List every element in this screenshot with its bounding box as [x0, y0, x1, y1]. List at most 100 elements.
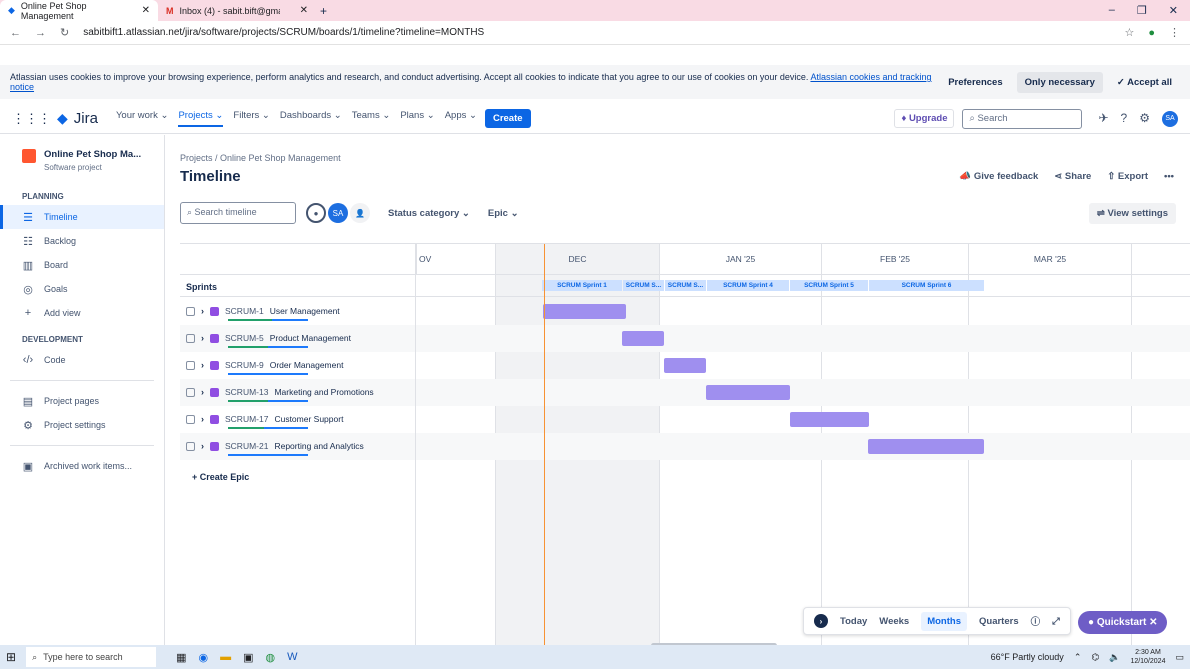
store-icon[interactable]: ▣: [243, 651, 253, 664]
month-header: DEC: [495, 244, 659, 274]
add-people-icon[interactable]: 👤: [350, 203, 370, 223]
sidebar-item-project-settings[interactable]: ⚙ Project settings: [0, 413, 164, 437]
sidebar-item-timeline[interactable]: ☰ Timeline: [0, 205, 164, 229]
reload-icon[interactable]: ↻: [60, 26, 69, 39]
share-button[interactable]: ⋖ Share: [1054, 171, 1091, 182]
months-button[interactable]: Months: [921, 611, 967, 631]
nav-plans[interactable]: Plans ⌄: [400, 110, 434, 127]
view-settings-button[interactable]: ⇌ View settings: [1088, 203, 1176, 224]
menu-icon[interactable]: ⋮: [1169, 26, 1180, 39]
nav-filters[interactable]: Filters ⌄: [233, 110, 269, 127]
nav-teams[interactable]: Teams ⌄: [352, 110, 391, 127]
accept-all-button[interactable]: ✓ Accept all: [1109, 72, 1180, 93]
sidebar-item-add-view[interactable]: + Add view: [0, 301, 164, 325]
sprint-bar[interactable]: SCRUM Sprint 6: [869, 280, 984, 291]
new-tab-icon[interactable]: +: [320, 4, 327, 18]
breadcrumb[interactable]: Projects / Online Pet Shop Management: [180, 153, 341, 163]
tab-online-pet-shop[interactable]: ◆ Online Pet Shop Management ✕: [0, 0, 158, 21]
bookmark-star-icon[interactable]: ☆: [1124, 26, 1134, 39]
restore-icon[interactable]: ❐: [1137, 4, 1147, 17]
taskbar-search-input[interactable]: ⌕ Type here to search: [26, 647, 157, 667]
project-header[interactable]: Online Pet Shop Ma... Software project: [0, 135, 164, 182]
sprint-bar[interactable]: SCRUM Sprint 5: [790, 280, 868, 291]
profile-icon[interactable]: ●: [1148, 27, 1155, 39]
clock[interactable]: 2:30 AM 12/10/2024: [1130, 648, 1165, 666]
sprint-bar[interactable]: SCRUM Sprint 1: [542, 280, 622, 291]
close-tab-icon[interactable]: ✕: [300, 5, 308, 16]
epic-bar[interactable]: [868, 439, 984, 454]
create-epic-button[interactable]: + Create Epic: [192, 472, 249, 482]
nav-dashboards[interactable]: Dashboards ⌄: [280, 110, 342, 127]
network-icon[interactable]: ⌬: [1091, 652, 1099, 663]
close-tab-icon[interactable]: ✕: [142, 5, 150, 16]
nav-your-work[interactable]: Your work ⌄: [116, 110, 169, 127]
help-icon[interactable]: ?: [1121, 111, 1128, 127]
development-heading: DEVELOPMENT: [22, 335, 83, 344]
sprint-bar[interactable]: SCRUM S...: [665, 280, 706, 291]
edge-icon[interactable]: ◉: [198, 651, 208, 664]
browser-tab-strip: ◆ Online Pet Shop Management ✕ M Inbox (…: [0, 0, 1190, 21]
nav-apps[interactable]: Apps ⌄: [445, 110, 477, 127]
export-button[interactable]: ⇧ Export: [1107, 171, 1148, 182]
give-feedback-button[interactable]: 📣 Give feedback: [959, 171, 1038, 182]
quickstart-button[interactable]: ● Quickstart ✕: [1078, 611, 1168, 634]
fullscreen-icon[interactable]: ⤢: [1052, 616, 1060, 627]
word-icon[interactable]: W: [287, 651, 297, 664]
file-explorer-icon[interactable]: ▬: [220, 651, 231, 664]
timeline-search-input[interactable]: ⌕ Search timeline: [180, 202, 296, 224]
epic-bar[interactable]: [790, 412, 869, 427]
user-avatar-filter[interactable]: SA: [328, 203, 348, 223]
back-icon[interactable]: ←: [10, 27, 21, 39]
forward-icon[interactable]: →: [35, 27, 46, 39]
unassigned-avatar-icon[interactable]: ●: [306, 203, 326, 223]
sidebar-item-goals[interactable]: ◎ Goals: [0, 277, 164, 301]
tray-chevron-icon[interactable]: ⌃: [1074, 652, 1082, 663]
global-search-input[interactable]: ⌕ Search: [962, 108, 1083, 129]
chrome-icon[interactable]: ◍: [265, 651, 275, 664]
cookie-banner: Atlassian uses cookies to improve your b…: [0, 65, 1190, 99]
create-button[interactable]: Create: [484, 109, 531, 128]
weather-widget[interactable]: 66°F Partly cloudy: [991, 652, 1064, 662]
sidebar-item-project-pages[interactable]: ▤ Project pages: [0, 389, 164, 413]
epic-filter[interactable]: Epic ⌄: [488, 208, 519, 219]
minimize-icon[interactable]: –: [1109, 4, 1115, 17]
quarters-button[interactable]: Quarters: [979, 616, 1019, 627]
window-controls: – ❐ ✕: [1109, 4, 1190, 17]
sidebar-item-code[interactable]: ‹/› Code: [0, 348, 164, 372]
notifications-icon[interactable]: ✈: [1098, 111, 1108, 127]
app-switcher-icon[interactable]: ⋮⋮⋮: [12, 111, 51, 127]
task-view-icon[interactable]: ▦: [176, 651, 186, 664]
more-actions-icon[interactable]: •••: [1164, 171, 1174, 182]
close-window-icon[interactable]: ✕: [1169, 4, 1178, 17]
tab-inbox[interactable]: M Inbox (4) - sabit.bift@gmail.com ✕: [158, 0, 316, 21]
settings-gear-icon[interactable]: ⚙: [1139, 111, 1150, 127]
scroll-left-icon[interactable]: ›: [814, 614, 828, 628]
epic-bar[interactable]: [706, 385, 790, 400]
today-button[interactable]: Today: [840, 616, 867, 627]
preferences-button[interactable]: Preferences: [940, 72, 1010, 93]
month-header: OV: [416, 244, 495, 274]
sidebar-item-backlog[interactable]: ☷ Backlog: [0, 229, 164, 253]
windows-start-icon[interactable]: ⊞: [6, 650, 16, 664]
sprint-bar[interactable]: SCRUM S...: [623, 280, 664, 291]
user-avatar[interactable]: SA: [1162, 110, 1178, 127]
nav-projects[interactable]: Projects ⌄: [178, 110, 224, 127]
sprint-bar[interactable]: SCRUM Sprint 4: [707, 280, 789, 291]
sidebar-item-archived[interactable]: ▣ Archived work items...: [0, 454, 164, 478]
volume-icon[interactable]: 🔈: [1109, 652, 1120, 663]
info-icon[interactable]: ⓘ: [1031, 614, 1041, 628]
jira-logo[interactable]: ⋮⋮⋮ ◆ Jira: [12, 110, 98, 127]
jira-mark-icon: ◆: [57, 110, 68, 126]
epic-bar[interactable]: [664, 358, 706, 373]
project-name: Online Pet Shop Ma...: [44, 149, 142, 160]
sidebar-item-board[interactable]: ▥ Board: [0, 253, 164, 277]
only-necessary-button[interactable]: Only necessary: [1016, 71, 1103, 93]
notifications-center-icon[interactable]: ▭: [1175, 652, 1184, 663]
weeks-button[interactable]: Weeks: [879, 616, 909, 627]
epic-bar[interactable]: [622, 331, 664, 346]
project-avatar-icon: [22, 149, 36, 163]
upgrade-button[interactable]: ♦ Upgrade: [894, 109, 955, 128]
status-category-filter[interactable]: Status category ⌄: [388, 208, 470, 219]
url-field[interactable]: sabitbift1.atlassian.net/jira/software/p…: [83, 27, 1110, 38]
epic-bar[interactable]: [543, 304, 626, 319]
